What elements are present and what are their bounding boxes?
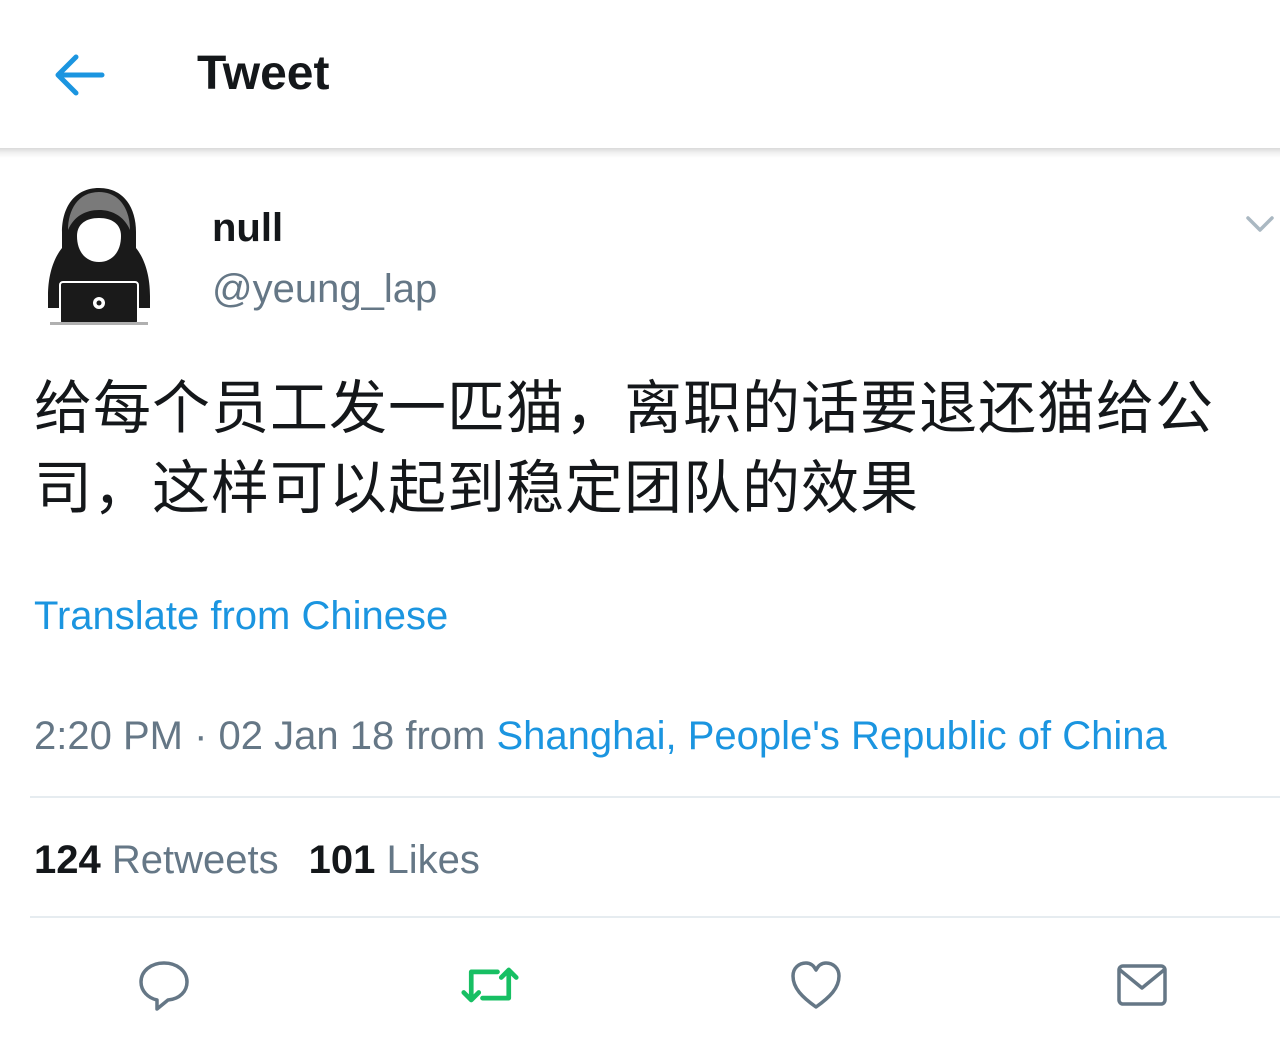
back-button[interactable]: [48, 48, 108, 102]
author-display-name[interactable]: null: [212, 202, 283, 254]
reply-bubble-icon: [139, 961, 189, 1011]
reply-button[interactable]: [134, 955, 194, 1015]
location-link[interactable]: Shanghai, People's Republic of China: [496, 714, 1166, 758]
envelope-icon: [1117, 964, 1167, 1006]
divider: [30, 796, 1280, 798]
retweets-label: Retweets: [111, 838, 279, 882]
likes-label: Likes: [386, 838, 480, 882]
tweet-menu-button[interactable]: [1242, 208, 1278, 238]
likes-count: 101: [308, 838, 376, 882]
page-title: Tweet: [197, 47, 330, 100]
like-button[interactable]: [786, 955, 846, 1015]
arrow-left-icon: [55, 54, 105, 96]
retweets-stat[interactable]: 124 Retweets: [34, 838, 279, 882]
from-label: from: [405, 714, 486, 758]
tweet-text: 给每个员工发一匹猫，离职的话要退还猫给公司，这样可以起到稳定团队的效果: [34, 374, 1215, 522]
retweet-icon: [461, 967, 519, 1003]
avatar[interactable]: [44, 186, 154, 326]
heart-icon: [791, 961, 841, 1009]
tweet-meta: 2:20 PM · 02 Jan 18 from Shanghai, Peopl…: [34, 708, 1167, 764]
likes-stat[interactable]: 101 Likes: [309, 838, 480, 882]
app-header: Tweet: [0, 0, 1280, 150]
translate-link[interactable]: Translate from Chinese: [34, 590, 448, 642]
chevron-down-icon: [1246, 216, 1274, 232]
retweet-button[interactable]: [460, 955, 520, 1015]
tweet-time: 2:20 PM: [34, 714, 183, 758]
hooded-hacker-avatar: [48, 188, 150, 325]
divider: [30, 916, 1280, 918]
retweets-count: 124: [34, 838, 101, 882]
meta-separator: ·: [182, 714, 219, 758]
tweet-date: 02 Jan 18: [218, 714, 395, 758]
direct-message-button[interactable]: [1112, 955, 1172, 1015]
tweet-stats: 124 Retweets 101 Likes: [34, 832, 480, 888]
author-handle[interactable]: @yeung_lap: [212, 263, 437, 315]
header-divider: [0, 148, 1280, 158]
